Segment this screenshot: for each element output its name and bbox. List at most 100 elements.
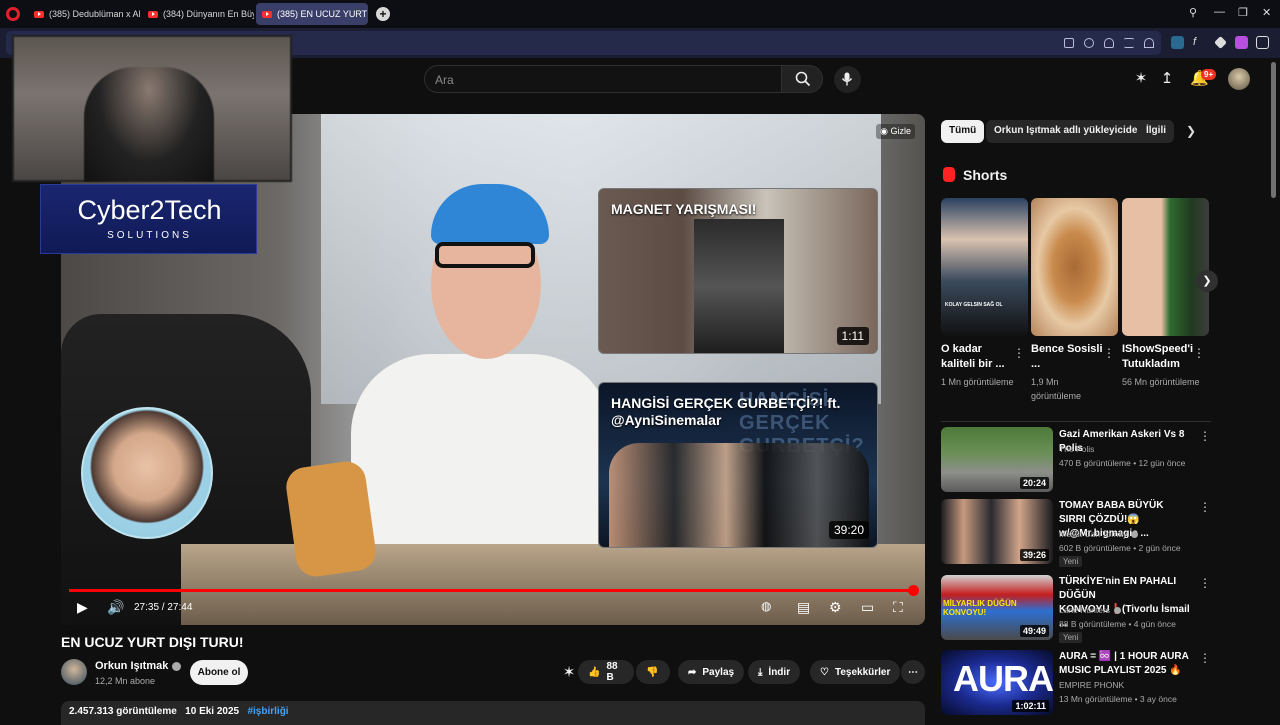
shorts-next-chevron-icon[interactable]: ❯ (1196, 270, 1218, 292)
page-scrollbar[interactable] (1271, 62, 1276, 198)
menu-lines-icon[interactable] (1124, 38, 1134, 48)
subscribe-button[interactable]: Abone ol (190, 660, 248, 685)
more-vertical-icon[interactable]: ⋮ (1193, 346, 1205, 360)
microphone-icon (841, 72, 853, 86)
short-thumbnail[interactable]: KOLAY GELSIN SAĞ OL (941, 198, 1028, 336)
recommended-channel[interactable]: The Polis (1059, 444, 1094, 454)
heart-icon[interactable] (1104, 38, 1114, 48)
new-tab-plus-icon[interactable]: + (376, 7, 390, 21)
channel-avatar[interactable] (61, 659, 87, 685)
fullscreen-icon[interactable]: ⛶ (893, 599, 903, 616)
like-button[interactable]: 👍 88 B (578, 660, 634, 684)
volume-icon[interactable]: 🔊 (107, 599, 124, 616)
notification-badge: 9+ (1201, 69, 1217, 80)
verified-icon (172, 661, 182, 671)
share-button[interactable]: ➦ Paylaş (678, 660, 745, 684)
more-actions-button[interactable]: ⋯ (901, 660, 925, 684)
extension-f-icon[interactable]: f (1193, 36, 1206, 49)
theater-mode-icon[interactable]: ▭ (861, 599, 874, 616)
extension-icon[interactable] (1171, 36, 1184, 49)
subtitles-icon[interactable]: ▤ (797, 599, 810, 616)
short-thumbnail[interactable] (1122, 198, 1209, 336)
account-avatar[interactable] (1228, 68, 1250, 90)
cyber2tech-logo: Cyber2Tech SOLUTIONS (40, 184, 257, 254)
webcam-person (84, 67, 214, 182)
chip-all[interactable]: Tümü (941, 120, 985, 143)
search-button[interactable] (781, 65, 823, 93)
short-title[interactable]: IShowSpeed'i Tutukladım (1122, 342, 1194, 372)
minimize-icon[interactable]: — (1214, 6, 1225, 18)
recommended-channel[interactable]: Lane Hunters (1059, 605, 1122, 615)
profile-icon[interactable] (1144, 38, 1154, 48)
opera-logo-icon[interactable] (6, 7, 20, 21)
webcam-overlay (12, 35, 292, 182)
close-icon[interactable]: ✕ (1262, 6, 1271, 19)
voice-search-button[interactable] (834, 66, 861, 93)
description-box[interactable]: 2.457.313 görüntüleme 10 Eki 2025 #işbir… (61, 701, 925, 725)
subscriber-count: 12,2 Mn abone (95, 676, 156, 686)
extensions-cube-icon[interactable] (1256, 36, 1269, 49)
recommended-meta: 602 B görüntüleme • 2 gün önce (1059, 543, 1181, 553)
endcard-video-1[interactable]: MAGNET YARIŞMASI! 1:11 (598, 188, 878, 354)
thumbnail-text: MİLYARLIK DÜĞÜN KONVOYU! (943, 599, 1017, 617)
maximize-icon[interactable]: ❐ (1238, 6, 1248, 19)
short-views: 56 Mn görüntüleme (1122, 377, 1200, 387)
more-vertical-icon[interactable]: ⋮ (1199, 576, 1211, 590)
youtube-favicon-icon (34, 10, 44, 18)
recommended-channel[interactable]: Mesut Can Tomay (1059, 529, 1139, 539)
recommended-thumbnail[interactable]: AURA 1:02:11 (941, 650, 1053, 715)
recommended-thumbnail[interactable]: MİLYARLIK DÜĞÜN KONVOYU! 49:49 (941, 575, 1053, 640)
logo-main-text: Cyber2Tech (77, 195, 222, 225)
more-vertical-icon[interactable]: ⋮ (1199, 429, 1211, 443)
more-vertical-icon[interactable]: ⋮ (1103, 346, 1115, 360)
thanks-label: Teşekkürler (834, 666, 891, 678)
video-frame-table (181, 544, 925, 625)
autoplay-toggle-icon[interactable]: ◍ (761, 599, 771, 613)
progress-bar[interactable] (69, 585, 919, 596)
hide-endcards-button[interactable]: ◉ Gizle (876, 124, 915, 139)
recommended-thumbnail[interactable]: 20:24 (941, 427, 1053, 492)
endcard-title: MAGNET YARIŞMASI! (611, 201, 757, 217)
extension-diamond-icon[interactable] (1214, 36, 1227, 49)
create-icon[interactable]: ✶ (1132, 70, 1150, 88)
thanks-button[interactable]: ♡ Teşekkürler (810, 660, 901, 684)
browser-tab-3[interactable]: (385) EN UCUZ YURT DIŞI (256, 3, 368, 25)
dislike-button[interactable]: 👎 (636, 660, 670, 684)
vpn-shield-icon[interactable] (1084, 38, 1094, 48)
search-input[interactable]: Ara (424, 65, 782, 93)
upload-icon[interactable]: ↥ (1158, 70, 1176, 88)
shorts-section-title: Shorts (963, 167, 1008, 183)
endcard-duration: 39:20 (828, 521, 869, 539)
snapshot-icon[interactable] (1064, 38, 1074, 48)
extension-purple-icon[interactable] (1235, 36, 1248, 49)
more-vertical-icon[interactable]: ⋮ (1199, 651, 1211, 665)
tab-search-icon[interactable]: ⚲ (1189, 6, 1197, 19)
hashtag-link[interactable]: #işbirliği (247, 706, 288, 717)
more-vertical-icon[interactable]: ⋮ (1199, 500, 1211, 514)
recommended-title[interactable]: AURA = ♾️ | 1 HOUR AURA MUSIC PLAYLIST 2… (1059, 650, 1191, 678)
browser-tab-1[interactable]: (385) Dedublüman x Aleyna (28, 3, 140, 25)
short-title[interactable]: O kadar kaliteli bir ... (941, 342, 1013, 372)
endcard-duration: 1:11 (836, 327, 869, 345)
browser-tab-2[interactable]: (384) Dünyanın En Büyük (142, 3, 254, 25)
play-icon[interactable]: ▶ (77, 599, 88, 616)
chevron-right-icon[interactable]: ❯ (1186, 124, 1196, 138)
chip-from-uploader[interactable]: Orkun Işıtmak adlı yükleyiciden (986, 120, 1152, 143)
progress-scrubber[interactable] (907, 585, 919, 596)
channel-name[interactable]: Orkun Işıtmak (95, 660, 182, 672)
recommended-thumbnail[interactable]: 39:26 (941, 499, 1053, 564)
more-vertical-icon[interactable]: ⋮ (1013, 346, 1025, 360)
recommended-meta: 470 B görüntüleme • 12 gün önce (1059, 458, 1186, 468)
chip-related[interactable]: İlgili (1138, 120, 1174, 143)
thanks-heart-icon: ♡ (820, 666, 829, 678)
short-thumbnail[interactable] (1031, 198, 1118, 336)
more-horizontal-icon: ⋯ (908, 666, 918, 678)
settings-gear-icon[interactable]: ⚙ (829, 599, 842, 616)
endcard-video-2[interactable]: HANGİSİ GERÇEK GURBETÇİ? HANGİSİ GERÇEK … (598, 382, 878, 548)
recommended-channel[interactable]: EMPIRE PHONK (1059, 680, 1124, 690)
video-duration: 20:24 (1019, 477, 1049, 489)
download-button[interactable]: ⤓ İndir (748, 660, 801, 684)
short-title[interactable]: Bence Sosisli ... (1031, 342, 1103, 372)
create-clip-icon[interactable]: ✶ (560, 664, 578, 682)
logo-sub-text: SOLUTIONS (107, 230, 192, 241)
